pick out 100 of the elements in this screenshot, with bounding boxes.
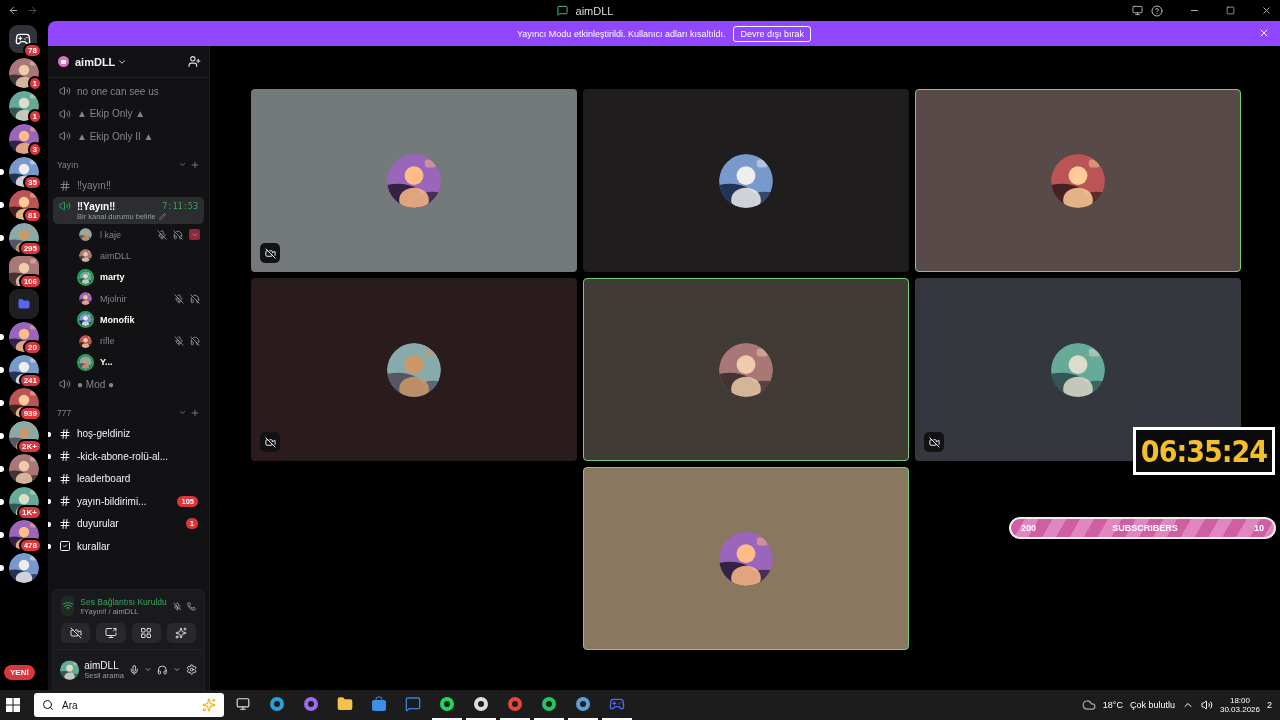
mention-count: 478 <box>18 538 42 553</box>
folder-icon <box>337 696 353 712</box>
chevron-down-icon <box>144 665 153 674</box>
hash-icon <box>59 472 71 485</box>
window-title: aimDLL <box>575 4 614 17</box>
clock[interactable]: 18:00 30.03.2026 <box>1219 696 1260 714</box>
text-channel[interactable]: -kick-abone-rolü-al... <box>53 445 204 468</box>
temperature: 18°C <box>1102 700 1123 710</box>
windows-icon <box>6 698 20 712</box>
close-icon <box>1258 27 1270 39</box>
server-icon <box>58 56 69 67</box>
back-icon <box>8 5 19 16</box>
member-name[interactable]: Y... <box>100 357 200 368</box>
new-badge[interactable]: YENİ <box>4 665 35 680</box>
connection-status[interactable]: Ses Bağlantısı Kuruldu <box>80 596 167 607</box>
video-tile[interactable] <box>251 278 577 461</box>
cloud-icon <box>1081 698 1096 712</box>
mention-count: 81 <box>23 208 42 223</box>
plus-icon <box>190 159 200 170</box>
video-tile[interactable] <box>251 89 577 272</box>
soundboard-button[interactable] <box>166 623 196 643</box>
maximize-icon <box>1226 6 1235 15</box>
text-channel[interactable]: kurallar <box>53 535 204 558</box>
text-channel[interactable]: hoş-geldiniz <box>53 422 204 446</box>
app-icon <box>303 696 319 712</box>
hash-icon <box>59 495 71 508</box>
video-tile[interactable] <box>915 89 1241 272</box>
member-name[interactable]: Mjolnir <box>100 293 168 304</box>
mention-count: 106 <box>18 274 42 289</box>
mention-count: 295 <box>18 241 42 256</box>
video-tile[interactable] <box>583 278 909 461</box>
video-tile[interactable] <box>583 89 909 272</box>
store-icon <box>371 696 387 712</box>
goal-start: 200 <box>1021 523 1037 533</box>
speaker-icon <box>59 200 71 212</box>
app-icon <box>269 696 285 712</box>
sparkles-icon <box>175 627 188 639</box>
signal-icon <box>61 600 74 612</box>
mention-count: 20 <box>23 340 42 355</box>
gamepad-icon <box>15 31 31 47</box>
text-channel[interactable]: ‼yayın‼ <box>53 174 204 197</box>
folder-icon <box>18 298 30 310</box>
hash-icon <box>59 427 71 440</box>
search-icon <box>42 699 54 711</box>
category-title[interactable]: 777 <box>57 407 175 418</box>
task-view-icon <box>236 697 250 711</box>
category-title[interactable]: Yayın <box>57 159 175 170</box>
app-icon <box>473 696 489 712</box>
mention-count: 939 <box>18 406 42 421</box>
gamepad-icon <box>609 696 625 712</box>
hash-icon <box>59 517 71 530</box>
invite-icon <box>188 55 201 68</box>
search-field[interactable]: Ara <box>34 693 224 717</box>
member-name[interactable]: Monofik <box>100 314 200 325</box>
notification-count[interactable]: 2 <box>1267 700 1272 710</box>
activities-button[interactable] <box>131 623 161 643</box>
speaker-icon <box>59 378 71 391</box>
mail-icon <box>405 696 421 712</box>
video-tile[interactable] <box>583 467 909 650</box>
forward-icon <box>27 5 38 16</box>
member-name[interactable]: rifle <box>100 336 168 347</box>
speaker-icon <box>59 130 71 143</box>
speaker-icon <box>59 107 71 120</box>
headphones-icon <box>157 663 168 676</box>
screen-share-icon <box>104 627 117 639</box>
server-name[interactable]: aimDLL <box>75 55 182 68</box>
server-folder[interactable] <box>9 289 39 319</box>
voice-channel[interactable]: ▲ Ekip Only II ▲ <box>53 125 204 148</box>
member-name[interactable]: aimDLL <box>100 250 200 261</box>
close-icon <box>1261 5 1272 16</box>
mention-count: 2K+ <box>17 439 42 454</box>
home-button[interactable] <box>9 25 37 53</box>
timer-overlay: 06:35:24 <box>1133 427 1275 475</box>
speaker-icon <box>59 85 71 98</box>
chevron-down-icon <box>178 160 187 169</box>
app-icon <box>575 696 591 712</box>
goal-end: 10 <box>1254 523 1264 533</box>
sparkles-icon <box>202 698 216 712</box>
microphone-icon <box>128 663 140 676</box>
camera-button[interactable] <box>61 623 91 643</box>
user-name[interactable]: aimDLL <box>84 659 124 671</box>
app-icon <box>439 696 455 712</box>
weather-text: Çok bulutlu <box>1129 700 1175 710</box>
mention-count: 241 <box>18 373 42 388</box>
plus-icon <box>190 407 200 418</box>
chevron-down-icon <box>172 665 181 674</box>
mention-count: 1K+ <box>17 505 42 520</box>
voice-channel[interactable]: no one can see us <box>53 80 204 103</box>
voice-channel[interactable]: ● Mod ● <box>53 373 204 396</box>
speaker-icon <box>1200 699 1213 711</box>
screen-share-button[interactable] <box>96 623 126 643</box>
goal-label: SUBSCRIBERS <box>1112 523 1178 533</box>
camera-off-icon <box>69 627 82 639</box>
hash-icon <box>59 179 71 192</box>
member-name[interactable]: marty <box>100 272 200 283</box>
app-icon <box>507 696 523 712</box>
text-channel[interactable]: leaderboard <box>53 467 204 491</box>
disable-button[interactable]: Devre dışı bırak <box>733 25 811 42</box>
banner-text: Yayıncı Modu etkinleştirildi. Kullanıcı adları kısaltıldı. <box>517 28 726 39</box>
voice-channel[interactable]: ▲ Ekip Only ▲ <box>53 102 204 125</box>
